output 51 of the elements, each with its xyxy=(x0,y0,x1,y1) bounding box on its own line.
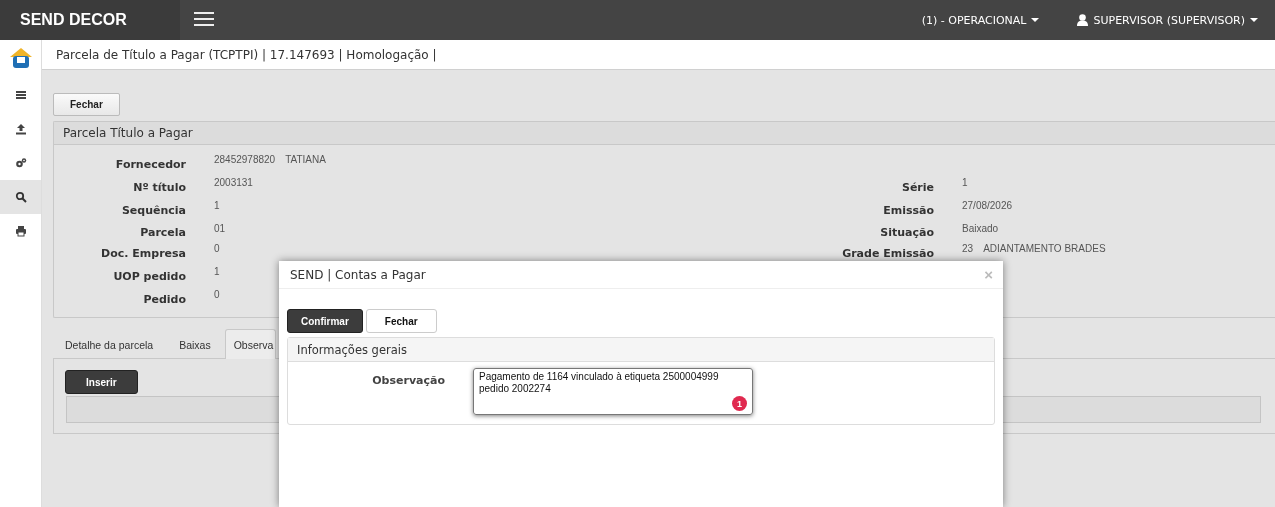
caret-icon xyxy=(1031,18,1040,22)
insert-button[interactable]: Inserir xyxy=(65,370,138,394)
field-label: Doc. Empresa xyxy=(101,247,186,260)
section-title: Informações gerais xyxy=(297,342,407,357)
close-button[interactable]: Fechar xyxy=(365,309,437,333)
field-value: 0 xyxy=(214,289,220,300)
brand-name: SEND DECOR xyxy=(0,0,180,40)
search-icon xyxy=(14,191,27,203)
count-badge: 1 xyxy=(732,396,747,411)
field-value: 0 xyxy=(214,243,220,254)
field-value: Baixado xyxy=(962,223,999,234)
user-icon xyxy=(1077,14,1089,26)
field-label: UOP pedido xyxy=(113,270,186,283)
field-value: 01 xyxy=(214,223,226,234)
field-value: 1 xyxy=(962,177,968,188)
field-value: 1 xyxy=(214,200,220,211)
upload-icon xyxy=(14,123,27,135)
field-label: Fornecedor xyxy=(115,158,186,171)
field-value: TATIANA xyxy=(285,154,326,165)
close-button[interactable]: Fechar xyxy=(53,93,120,116)
logo-icon xyxy=(8,46,33,70)
field-value: 28452978820 xyxy=(214,154,276,165)
field-label: Emissão xyxy=(883,204,934,217)
field-label: Série xyxy=(901,181,934,194)
field-label: Sequência xyxy=(121,204,186,217)
dialog-title: SEND | Contas a Pagar xyxy=(290,267,426,282)
field-label: Pedido xyxy=(143,293,186,306)
field-label: Grade Emissão xyxy=(842,247,934,260)
tab[interactable]: Baixas xyxy=(167,329,225,359)
printer-icon xyxy=(14,225,27,237)
confirm-button[interactable]: Confirmar xyxy=(287,309,363,333)
tab[interactable]: Detalhe da parcela xyxy=(53,329,168,359)
list-icon xyxy=(14,89,27,101)
tab[interactable]: Observa xyxy=(224,329,277,359)
panel-title: Parcela Título a Pagar xyxy=(63,126,193,140)
field-label: Situação xyxy=(880,225,934,239)
unit-dropdown[interactable]: (1) - OPERACIONAL xyxy=(921,13,1040,27)
caret-icon xyxy=(1250,18,1258,22)
field-value: 1 xyxy=(214,266,220,277)
text-area[interactable]: Pagamento de 1164 vinculado à etiqueta 2500004999 pedido 2002274 1 xyxy=(473,368,753,415)
field-value: 23 xyxy=(962,243,974,254)
gears-icon xyxy=(14,157,27,169)
page-title: Parcela de Título a Pagar (TCPTPI) | 17.147693 | Homologação | xyxy=(56,47,437,62)
field-value: 27/08/2026 xyxy=(962,200,1013,211)
field-value: 2003131 xyxy=(214,177,253,188)
field-value: ADIANTAMENTO BRADES xyxy=(983,243,1106,254)
user-dropdown[interactable]: SUPERVISOR (SUPERVISOR) xyxy=(1077,13,1258,27)
field-label: Parcela xyxy=(140,225,186,239)
field-label: Nº título xyxy=(133,181,186,194)
field-label: Observação xyxy=(371,373,445,389)
sidebar-item[interactable] xyxy=(0,180,41,214)
